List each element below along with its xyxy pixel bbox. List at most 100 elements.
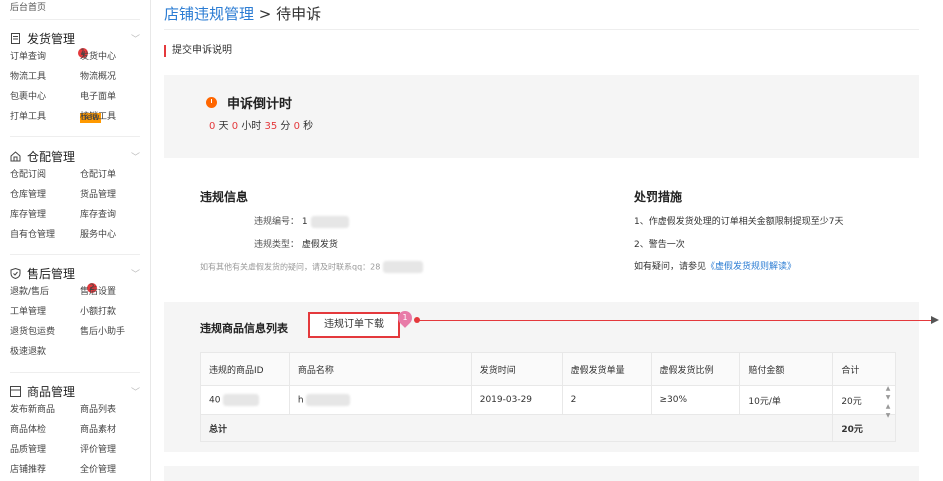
sidebar-item[interactable]: 自有仓管理 — [10, 225, 80, 245]
chevron-down-icon[interactable]: ﹀ — [131, 267, 140, 280]
sidebar-item[interactable]: 订单查询 1 — [10, 47, 88, 67]
chevron-down-icon[interactable]: ﹀ — [131, 32, 140, 45]
countdown-days: 0 — [209, 121, 216, 132]
penalty-item: 2、警告一次 — [634, 240, 685, 250]
contact-note-text: 如有其他有关虚假发货的疑问，请及时联系qq：28 — [200, 262, 381, 272]
scroll-up-icon[interactable]: ▲ — [882, 402, 894, 411]
clock-icon — [206, 97, 217, 108]
sidebar-home[interactable]: 后台首页 — [10, 0, 46, 13]
countdown-minutes: 35 — [264, 121, 278, 132]
sidebar-section-shipping: 发货管理 ﹀ 订单查询 1 发货中心 物流工具 物流概况 包裹中心 电子面单 打单… — [10, 29, 140, 127]
violation-contact-note: 如有其他有关虚假发货的疑问，请及时联系qq：28 — [200, 261, 423, 273]
sidebar-item[interactable]: 退货包运费 — [10, 322, 80, 342]
scroll-down-icon[interactable]: ▼ — [882, 411, 894, 420]
column-header: 发货时间 — [470, 352, 563, 386]
violation-id-value: 1 — [301, 217, 308, 227]
countdown-time: 0 天 0 小时 35 分 0 秒 — [209, 117, 313, 132]
sidebar-item[interactable]: 打单工具 new — [10, 107, 101, 127]
cell-product-id: 40 — [200, 385, 290, 415]
sidebar-item[interactable]: 库存管理 — [10, 205, 80, 225]
divider — [164, 29, 919, 30]
table-row: 40 h 2019-03-29 2 ≥30% 10元/单 20元 — [200, 385, 896, 415]
countdown-seconds: 0 — [293, 121, 300, 132]
annotation-number: 1 — [402, 313, 408, 322]
table-scrollbar[interactable]: ▲ ▼ ▲ ▼ — [882, 384, 894, 436]
redacted-block — [223, 394, 260, 406]
sidebar-item[interactable]: 库存查询 — [80, 205, 140, 225]
sidebar-section-header[interactable]: 售后管理 ﹀ — [10, 264, 140, 282]
violation-info-title: 违规信息 — [200, 190, 249, 204]
sidebar-item[interactable]: 发布新商品 — [10, 400, 80, 420]
sidebar-item[interactable]: 服务中心 — [80, 225, 140, 245]
divider — [10, 254, 140, 255]
chevron-down-icon[interactable]: ﹀ — [131, 150, 140, 163]
sidebar-section-header[interactable]: 商品管理 ﹀ — [10, 382, 140, 400]
countdown-hours: 0 — [231, 121, 239, 132]
annotation-line — [418, 320, 934, 321]
column-header: 合计 — [832, 352, 896, 386]
chevron-down-icon[interactable]: ﹀ — [131, 385, 140, 398]
scroll-down-icon[interactable]: ▼ — [882, 393, 894, 402]
sidebar-item[interactable]: 品质管理 — [10, 440, 80, 460]
scroll-up-icon[interactable]: ▲ — [882, 384, 894, 393]
sidebar-item[interactable]: 店铺推荐 — [10, 460, 80, 480]
redacted-block — [310, 215, 349, 228]
annotation-marker: 1 — [395, 308, 415, 329]
sidebar-item[interactable]: 售后设置 — [80, 282, 140, 302]
sidebar-item[interactable]: 商品体检 — [10, 420, 80, 440]
column-header: 虚假发货单量 — [561, 352, 652, 386]
sidebar-item[interactable]: 仓配订单 — [80, 165, 140, 185]
penalty-title: 处罚措施 — [634, 190, 683, 204]
column-header: 赔付金额 — [739, 352, 834, 386]
penalty-item: 1、作虚假发货处理的订单相关金额限制提现至少7天 — [634, 217, 844, 227]
countdown-hours-unit: 小时 — [241, 121, 262, 132]
sidebar-item[interactable]: 核销工具 — [80, 107, 140, 127]
countdown-title-text: 申诉倒计时 — [227, 97, 293, 112]
violation-id-label: 违规编号： — [254, 217, 300, 227]
sidebar-item[interactable]: 商品列表 — [80, 400, 140, 420]
breadcrumb-parent[interactable]: 店铺违规管理 — [164, 5, 254, 23]
sidebar-item[interactable]: 物流概况 — [80, 67, 140, 87]
sidebar-item[interactable]: 仓配订阅 — [10, 165, 80, 185]
sidebar-item[interactable]: 评价管理 — [80, 440, 140, 460]
breadcrumb-separator: > — [254, 5, 277, 23]
arrow-right-icon — [931, 316, 939, 324]
sidebar-item[interactable]: 小额打款 — [80, 302, 140, 322]
breadcrumb-current: 待申诉 — [276, 5, 322, 23]
sidebar-section-header[interactable]: 发货管理 ﹀ — [10, 29, 140, 47]
sidebar: 后台首页 发货管理 ﹀ 订单查询 1 发货中心 物流工具 物流概况 包裹中心 电子… — [0, 0, 151, 481]
violation-list-panel: 违规商品信息列表 违规订单下载 违规的商品ID 商品名称 发货时间 虚假发货单量… — [164, 302, 919, 452]
sidebar-item[interactable]: 电子面单 — [80, 87, 140, 107]
redacted-block — [306, 394, 351, 406]
violation-type-value: 虚假发货 — [301, 240, 338, 250]
column-header: 商品名称 — [288, 352, 472, 386]
penalty-help-text: 如有疑问，请参见 — [634, 262, 707, 272]
sidebar-item[interactable]: 发货中心 — [80, 47, 140, 67]
violation-table: 违规的商品ID 商品名称 发货时间 虚假发货单量 虚假发货比例 赔付金额 合计 … — [199, 352, 896, 442]
sidebar-section-title: 发货管理 — [27, 31, 76, 46]
rules-link[interactable]: 《虚假发货规则解读》 — [706, 262, 796, 272]
violation-type-label: 违规类型： — [254, 240, 300, 250]
sidebar-item[interactable]: 退款/售后 2 — [10, 282, 97, 302]
sidebar-item[interactable]: 极速退款 — [10, 342, 80, 362]
sidebar-item[interactable]: 物流工具 — [10, 67, 80, 87]
sidebar-item[interactable]: 商品素材57 — [80, 420, 140, 440]
redacted-block — [382, 261, 423, 273]
document-icon — [10, 32, 21, 44]
sidebar-item[interactable]: 仓库管理 — [10, 185, 80, 205]
countdown-panel: 申诉倒计时 0 天 0 小时 35 分 0 秒 — [164, 75, 919, 158]
warehouse-icon — [10, 150, 21, 162]
sidebar-section-header[interactable]: 仓配管理 ﹀ — [10, 147, 140, 165]
sidebar-section-products: 商品管理 ﹀ 发布新商品 商品列表 商品体检 商品素材57 品质管理 评价管理 … — [10, 382, 140, 480]
sidebar-item[interactable]: 货品管理 — [80, 185, 140, 205]
violation-info-panel: 违规信息 违规编号： 1 违规类型： 虚假发货 如有其他有关虚假发货的疑问，请及… — [164, 158, 919, 302]
sidebar-item[interactable]: 售后小助手 — [80, 322, 140, 342]
download-orders-button[interactable]: 违规订单下载 — [308, 312, 400, 338]
column-header: 违规的商品ID — [200, 352, 290, 386]
divider — [10, 19, 140, 20]
sidebar-item[interactable]: 包裹中心 — [10, 87, 80, 107]
penalty-help: 如有疑问，请参见《虚假发货规则解读》 — [634, 259, 796, 272]
countdown-days-unit: 天 — [218, 121, 229, 132]
sidebar-item[interactable]: 工单管理 — [10, 302, 80, 322]
sidebar-item[interactable]: 全价管理 — [80, 460, 140, 480]
